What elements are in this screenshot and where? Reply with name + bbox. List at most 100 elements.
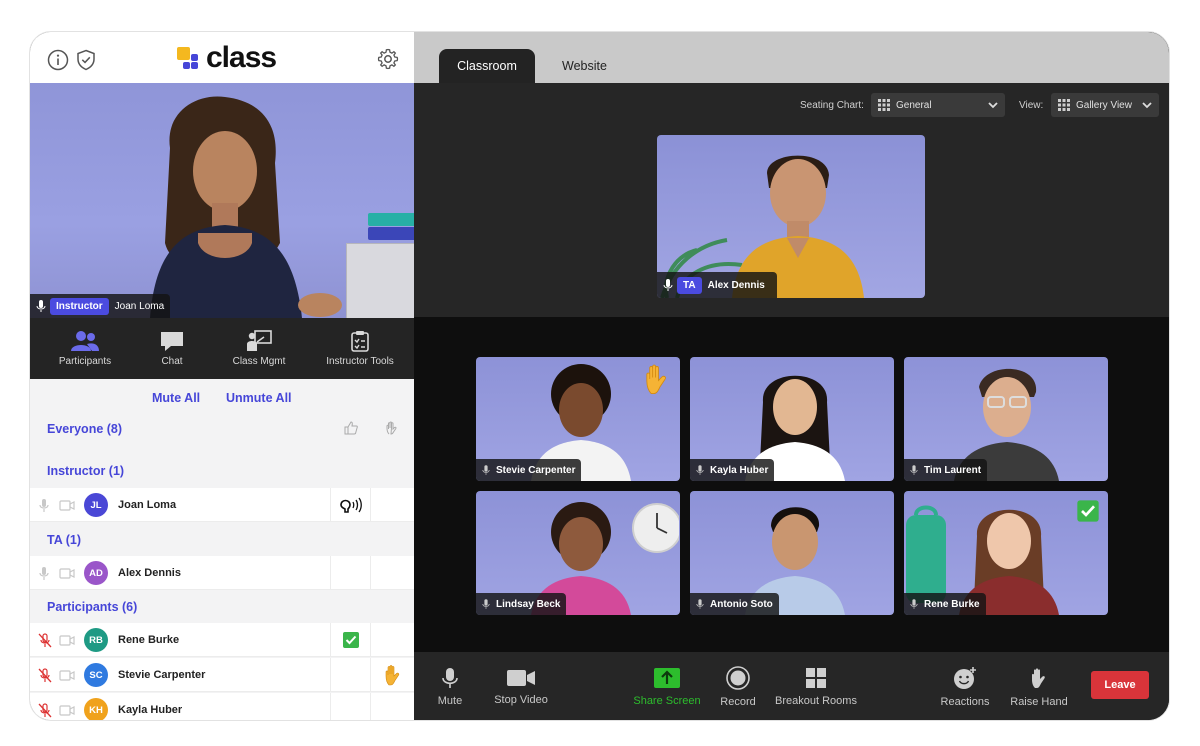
video-tile[interactable]: Tim Laurent	[904, 357, 1108, 481]
share-screen-icon	[654, 668, 680, 688]
participant-row[interactable]: SC Stevie Carpenter	[30, 658, 414, 692]
video-tile[interactable]: Stevie Carpenter	[476, 357, 680, 481]
video-tile[interactable]: Antonio Soto	[690, 491, 894, 615]
leave-button[interactable]: Leave	[1091, 671, 1149, 699]
tile-name-tag: Stevie Carpenter	[476, 459, 582, 481]
ta-video-feed[interactable]: TA Alex Dennis	[657, 135, 925, 298]
record-button[interactable]: Record	[714, 652, 762, 720]
microphone-icon	[442, 668, 458, 688]
tile-name: Lindsay Beck	[496, 598, 561, 610]
tab-class-mgmt-label: Class Mgmt	[232, 356, 286, 367]
avatar: SC	[84, 663, 108, 687]
mic-icon	[910, 599, 918, 609]
avatar: AD	[84, 561, 108, 585]
participant-row[interactable]: KH Kayla Huber	[30, 693, 414, 720]
tab-instructor-tools[interactable]: Instructor Tools	[320, 318, 400, 379]
mute-all-button[interactable]: Mute All	[152, 391, 200, 405]
tile-name-tag: Rene Burke	[904, 593, 986, 615]
mic-muted-icon[interactable]	[38, 633, 52, 648]
breakout-rooms-button[interactable]: Breakout Rooms	[774, 652, 858, 720]
tile-name: Rene Burke	[924, 598, 980, 610]
hand-cell	[370, 556, 414, 590]
tile-name: Tim Laurent	[924, 464, 982, 476]
mic-icon	[482, 465, 490, 475]
mic-icon[interactable]	[38, 566, 50, 581]
mic-icon	[663, 279, 673, 291]
participant-row[interactable]: AD Alex Dennis	[30, 556, 414, 590]
camera-icon[interactable]	[59, 635, 75, 646]
participant-row[interactable]: RB Rene Burke	[30, 623, 414, 657]
top-tabs: Classroom Website	[414, 32, 1169, 83]
status-cell	[330, 488, 370, 522]
mic-muted-icon[interactable]	[38, 668, 52, 683]
avatar: KH	[84, 698, 108, 720]
gallery-view: Stevie Carpenter Kayla Huber Tim Laurent…	[414, 317, 1169, 652]
thumbs-up-icon[interactable]	[344, 421, 358, 435]
record-label: Record	[720, 696, 756, 708]
mic-icon[interactable]	[38, 498, 50, 513]
raise-hand-icon	[1032, 668, 1045, 688]
hand-cell	[370, 658, 414, 692]
view-label: View:	[1019, 100, 1044, 111]
mute-controls: Mute All Unmute All Everyone (8)	[30, 379, 414, 449]
status-cell	[330, 658, 370, 692]
mic-icon	[696, 599, 704, 609]
seating-chart-dropdown[interactable]: General	[871, 93, 1005, 117]
stop-video-button[interactable]: Stop Video	[490, 652, 552, 720]
raise-hand-label: Raise Hand	[1010, 696, 1068, 708]
instructor-section-heading: Instructor (1)	[47, 464, 125, 478]
tab-class-mgmt[interactable]: Class Mgmt	[225, 318, 293, 379]
unmute-all-button[interactable]: Unmute All	[226, 391, 292, 405]
grid-icon	[1058, 99, 1070, 111]
share-screen-button[interactable]: Share Screen	[632, 652, 702, 720]
participant-row[interactable]: JL Joan Loma	[30, 488, 414, 522]
reactions-label: Reactions	[940, 696, 990, 708]
binders	[368, 213, 414, 226]
chat-icon	[161, 332, 183, 351]
camera-icon[interactable]	[59, 705, 75, 716]
app-window: class Instructor Joan Loma Participants …	[29, 31, 1170, 721]
ta-section-heading: TA (1)	[47, 533, 82, 547]
camera-icon[interactable]	[59, 568, 75, 579]
record-icon	[726, 666, 750, 690]
video-tile[interactable]: Kayla Huber	[690, 357, 894, 481]
mute-button[interactable]: Mute	[428, 652, 472, 720]
seating-chart-value: General	[896, 99, 932, 111]
tab-participants-label: Participants	[58, 356, 112, 367]
speaking-icon	[339, 497, 362, 513]
shield-check-icon[interactable]	[74, 48, 98, 72]
instructor-name: Joan Loma	[114, 300, 165, 312]
video-camera-icon	[507, 670, 535, 686]
avatar-initials: SC	[89, 669, 103, 681]
tab-chat[interactable]: Chat	[147, 318, 197, 379]
video-tile[interactable]: Rene Burke	[904, 491, 1108, 615]
tab-participants[interactable]: Participants	[50, 318, 120, 379]
everyone-heading: Everyone (8)	[47, 422, 123, 436]
info-icon[interactable]	[46, 48, 70, 72]
instructor-video-feed[interactable]: Instructor Joan Loma	[30, 83, 414, 318]
instructor-role-pill: Instructor	[50, 297, 109, 315]
chevron-down-icon	[988, 102, 998, 109]
mic-muted-icon[interactable]	[38, 703, 52, 718]
tab-instructor-tools-label: Instructor Tools	[326, 356, 394, 367]
status-cell	[330, 693, 370, 720]
participants-icon	[71, 331, 99, 351]
participants-list: Instructor (1) JL Joan Loma TA (1) AD Al…	[30, 449, 414, 720]
settings-gear-icon[interactable]	[376, 47, 400, 71]
view-value: Gallery View	[1076, 99, 1132, 111]
tile-name-tag: Antonio Soto	[690, 593, 779, 615]
raise-hand-button[interactable]: Raise Hand	[1010, 652, 1068, 720]
reactions-button[interactable]: Reactions	[938, 652, 992, 720]
hand-cell	[370, 488, 414, 522]
participant-name: Joan Loma	[118, 499, 177, 511]
file-cabinet	[346, 243, 414, 318]
avatar: RB	[84, 628, 108, 652]
camera-icon[interactable]	[59, 500, 75, 511]
tab-classroom[interactable]: Classroom	[439, 49, 535, 83]
camera-icon[interactable]	[59, 670, 75, 681]
reactions-smiley-icon	[954, 667, 976, 689]
view-dropdown[interactable]: Gallery View	[1051, 93, 1159, 117]
hand-icon[interactable]	[385, 421, 399, 435]
video-tile[interactable]: Lindsay Beck	[476, 491, 680, 615]
tab-website[interactable]: Website	[544, 49, 625, 83]
